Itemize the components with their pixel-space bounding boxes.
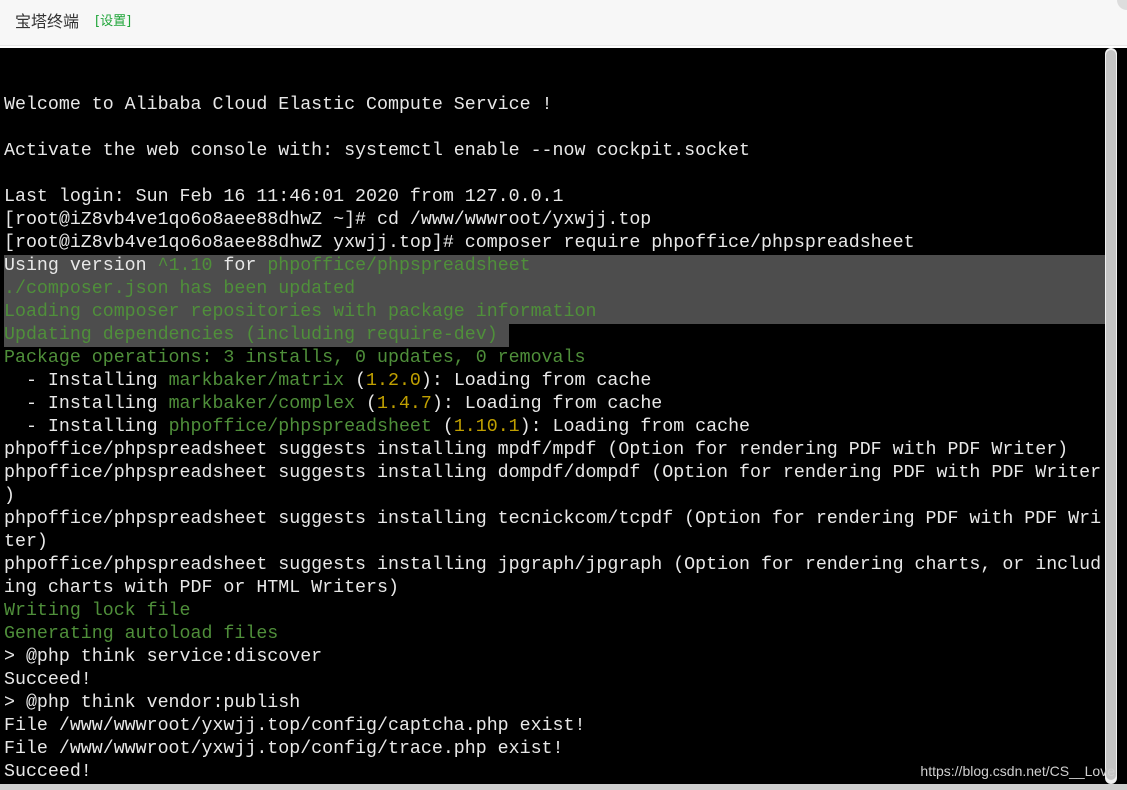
terminal-text: ter) xyxy=(4,532,48,552)
terminal-line: phpoffice/phpspreadsheet suggests instal… xyxy=(4,439,1106,462)
terminal-line: Writing lock file xyxy=(4,600,1106,623)
terminal-text: - Installing xyxy=(4,417,169,437)
window-corner xyxy=(1117,0,1127,10)
terminal-line: ) xyxy=(4,485,1106,508)
terminal-line: Generating autoload files xyxy=(4,623,1106,646)
terminal-text: ): Loading from cache xyxy=(431,394,663,414)
terminal-text: Succeed! xyxy=(4,670,92,690)
terminal-output: Welcome to Alibaba Cloud Elastic Compute… xyxy=(4,71,1106,790)
terminal-text: ) xyxy=(4,486,15,506)
watermark: https://blog.csdn.net/CS__Love xyxy=(920,763,1115,779)
terminal-text: for xyxy=(212,256,268,276)
scrollbar-thumb[interactable] xyxy=(1106,50,1116,780)
terminal-text: [root@iZ8vb4ve1qo6o8aee88dhwZ yxwjj.top]… xyxy=(4,233,915,253)
terminal-text: phpoffice/phpspreadsheet xyxy=(168,417,432,437)
terminal-line: ing charts with PDF or HTML Writers) xyxy=(4,577,1106,600)
terminal-line: Package operations: 3 installs, 0 update… xyxy=(4,347,1106,370)
terminal-text: > @php think service:discover xyxy=(4,647,323,667)
terminal-text: ./composer.json has been updated xyxy=(4,279,356,299)
terminal-line: Loading composer repositories with packa… xyxy=(4,301,1106,324)
terminal-text: phpoffice/phpspreadsheet suggests instal… xyxy=(4,463,1102,483)
terminal-line: > @php think vendor:publish xyxy=(4,692,1106,715)
terminal-line: phpoffice/phpspreadsheet suggests instal… xyxy=(4,508,1106,531)
terminal-text: - Installing xyxy=(4,371,169,391)
terminal-header: 宝塔终端 [设置] xyxy=(0,0,1127,46)
terminal-text: ): Loading from cache xyxy=(420,371,652,391)
terminal-scrollbar[interactable] xyxy=(1105,48,1117,784)
terminal-text: [root@iZ8vb4ve1qo6o8aee88dhwZ ~]# cd /ww… xyxy=(4,210,652,230)
terminal-text: markbaker/complex xyxy=(168,394,356,414)
terminal-line: [root@iZ8vb4ve1qo6o8aee88dhwZ yxwjj.top]… xyxy=(4,232,1106,255)
terminal-line: Welcome to Alibaba Cloud Elastic Compute… xyxy=(4,94,1106,117)
terminal-text: phpoffice/phpspreadsheet suggests instal… xyxy=(4,440,1069,460)
terminal-line: phpoffice/phpspreadsheet suggests instal… xyxy=(4,462,1106,485)
terminal-text: ( xyxy=(344,371,367,391)
terminal-line: Succeed! xyxy=(4,669,1106,692)
terminal-text: 1.2.0 xyxy=(366,371,421,391)
terminal-line: - Installing phpoffice/phpspreadsheet (1… xyxy=(4,416,1106,439)
terminal-text: Loading composer repositories with packa… xyxy=(4,302,597,322)
settings-link[interactable]: [设置] xyxy=(95,14,131,30)
terminal-text: 1.4.7 xyxy=(377,394,432,414)
terminal-line: Updating dependencies (including require… xyxy=(4,324,1106,347)
terminal-text: Package operations: 3 installs, 0 update… xyxy=(4,348,586,368)
terminal-text: Activate the web console with: systemctl… xyxy=(4,141,750,161)
terminal-title: 宝塔终端 xyxy=(15,12,80,31)
terminal-text: Succeed! xyxy=(4,762,92,782)
terminal-text: ing charts with PDF or HTML Writers) xyxy=(4,578,399,598)
terminal-text: Using version xyxy=(4,256,158,276)
terminal-text: Writing lock file xyxy=(4,601,191,621)
terminal-text: ( xyxy=(431,417,454,437)
terminal-text: phpoffice/phpspreadsheet xyxy=(267,256,531,276)
terminal-text: Updating dependencies (including require… xyxy=(4,325,509,345)
terminal-text: phpoffice/phpspreadsheet suggests instal… xyxy=(4,509,1102,529)
selection-highlight: Updating dependencies (including require… xyxy=(4,324,509,347)
terminal-text: ^1.10 xyxy=(157,256,213,276)
terminal-text: Last login: Sun Feb 16 11:46:01 2020 fro… xyxy=(4,187,564,207)
terminal-text: phpoffice/phpspreadsheet suggests instal… xyxy=(4,555,1102,575)
terminal-text: File /www/wwwroot/yxwjj.top/config/captc… xyxy=(4,716,586,736)
terminal-text: - Installing xyxy=(4,394,169,414)
terminal-text: File /www/wwwroot/yxwjj.top/config/trace… xyxy=(4,739,564,759)
terminal-text: ): Loading from cache xyxy=(519,417,751,437)
terminal-line: phpoffice/phpspreadsheet suggests instal… xyxy=(4,554,1106,577)
terminal-line: - Installing markbaker/complex (1.4.7): … xyxy=(4,393,1106,416)
terminal-line: File /www/wwwroot/yxwjj.top/config/trace… xyxy=(4,738,1106,761)
terminal-screen[interactable]: Welcome to Alibaba Cloud Elastic Compute… xyxy=(0,48,1127,790)
terminal-text: ( xyxy=(355,394,378,414)
terminal-line: File /www/wwwroot/yxwjj.top/config/captc… xyxy=(4,715,1106,738)
terminal-text: 1.10.1 xyxy=(453,417,520,437)
terminal-line: Using version ^1.10 for phpoffice/phpspr… xyxy=(4,255,1106,278)
terminal-line: - Installing markbaker/matrix (1.2.0): L… xyxy=(4,370,1106,393)
window-bottom-edge xyxy=(0,784,1127,790)
terminal-line: [root@iZ8vb4ve1qo6o8aee88dhwZ ~]# cd /ww… xyxy=(4,209,1106,232)
terminal-text: markbaker/matrix xyxy=(168,371,345,391)
terminal-line: ./composer.json has been updated xyxy=(4,278,1106,301)
terminal-line: Activate the web console with: systemctl… xyxy=(4,140,1106,163)
terminal-line: Last login: Sun Feb 16 11:46:01 2020 fro… xyxy=(4,186,1106,209)
terminal-text: > @php think vendor:publish xyxy=(4,693,301,713)
terminal-line: ter) xyxy=(4,531,1106,554)
terminal-text: Generating autoload files xyxy=(4,624,279,644)
terminal-line: > @php think service:discover xyxy=(4,646,1106,669)
terminal-text: Welcome to Alibaba Cloud Elastic Compute… xyxy=(4,95,553,115)
